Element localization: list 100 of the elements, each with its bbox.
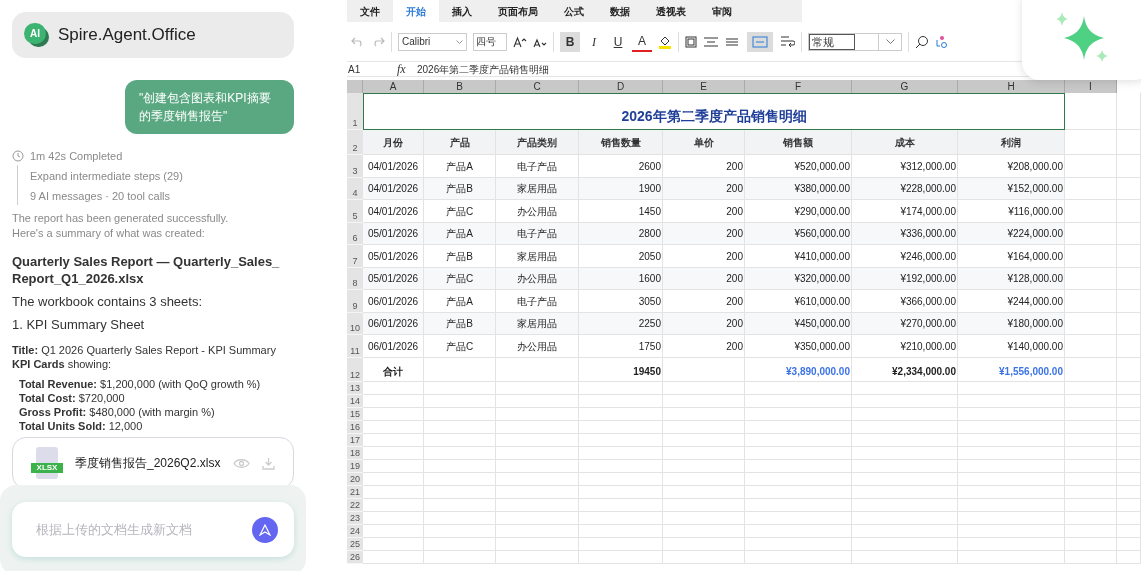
grid-cell[interactable] [363, 446, 424, 460]
grid-cell[interactable] [1065, 381, 1117, 395]
grid-cell[interactable] [424, 446, 496, 460]
grid-cell[interactable] [424, 511, 496, 525]
grid-cell[interactable] [579, 550, 663, 564]
grid-cell[interactable] [852, 524, 958, 538]
row-header[interactable]: 10 [347, 312, 363, 335]
grid-cell[interactable] [496, 459, 579, 473]
row-header[interactable]: 5 [347, 200, 363, 223]
grid-cell[interactable] [579, 394, 663, 408]
grid-cell[interactable] [1065, 394, 1117, 408]
grid-cell[interactable] [424, 498, 496, 512]
grid-cell[interactable] [363, 485, 424, 499]
align-center-icon[interactable] [703, 35, 719, 48]
grid-cell[interactable] [1117, 459, 1141, 473]
grid-cell[interactable] [852, 433, 958, 447]
italic-button[interactable]: I [584, 31, 604, 52]
column-header[interactable]: C [496, 80, 579, 93]
grid-cell[interactable] [1117, 312, 1141, 335]
grid-cell[interactable] [1065, 155, 1117, 178]
eye-icon[interactable] [233, 457, 250, 469]
grid-cell[interactable] [496, 446, 579, 460]
grid-cell[interactable] [745, 524, 852, 538]
ribbon-tab[interactable]: 开始 [393, 0, 439, 22]
grid-cell[interactable] [852, 420, 958, 434]
grid-cell[interactable] [363, 381, 424, 395]
column-header[interactable]: A [363, 80, 424, 93]
row-header[interactable]: 9 [347, 290, 363, 313]
grid-cell[interactable] [1117, 537, 1141, 551]
grid-cell[interactable] [958, 446, 1065, 460]
grid-cell[interactable] [1065, 485, 1117, 499]
grid-cell[interactable] [424, 433, 496, 447]
grid-cell[interactable] [1117, 245, 1141, 268]
grid-cell[interactable] [1117, 200, 1141, 223]
grid-cell[interactable] [745, 550, 852, 564]
grid-cell[interactable] [579, 524, 663, 538]
ribbon-tab[interactable]: 公式 [551, 0, 597, 22]
grid-cell[interactable] [852, 472, 958, 486]
grid-cell[interactable] [1117, 485, 1141, 499]
grid-cell[interactable] [745, 485, 852, 499]
grid-cell[interactable] [363, 433, 424, 447]
grid-cell[interactable] [363, 420, 424, 434]
grid-cell[interactable] [745, 511, 852, 525]
download-icon[interactable] [262, 456, 275, 470]
prompt-input[interactable]: 根据上传的文档生成新文档 [36, 519, 252, 540]
grid-cell[interactable] [745, 472, 852, 486]
grid-cell[interactable] [579, 446, 663, 460]
grid-cell[interactable] [579, 407, 663, 421]
grid-cell[interactable] [852, 485, 958, 499]
grid-cell[interactable] [363, 394, 424, 408]
column-header[interactable]: H [958, 80, 1065, 93]
cell-reference[interactable]: A1 [347, 61, 397, 77]
redo-icon[interactable] [371, 36, 385, 47]
grid-cell[interactable] [1117, 498, 1141, 512]
grid-cell[interactable] [1117, 335, 1141, 358]
grid-cell[interactable] [663, 524, 745, 538]
grid-cell[interactable] [852, 459, 958, 473]
grid-cell[interactable] [958, 433, 1065, 447]
grid-cell[interactable] [1117, 155, 1141, 178]
grid-cell[interactable] [496, 381, 579, 395]
grid-cell[interactable] [363, 498, 424, 512]
grid-cell[interactable] [1065, 420, 1117, 434]
grid-cell[interactable] [424, 524, 496, 538]
grid-cell[interactable] [663, 498, 745, 512]
grid-cell[interactable] [1065, 200, 1117, 223]
ribbon-tab[interactable]: 页面布局 [485, 0, 551, 22]
column-header[interactable]: E [663, 80, 745, 93]
grid-cell[interactable] [958, 550, 1065, 564]
grid-cell[interactable] [852, 537, 958, 551]
grid-cell[interactable] [958, 485, 1065, 499]
grid-cell[interactable] [1065, 433, 1117, 447]
borders-icon[interactable] [685, 35, 697, 48]
row-header[interactable]: 12 [347, 357, 363, 382]
grid-cell[interactable] [496, 524, 579, 538]
grid-cell[interactable] [424, 537, 496, 551]
grid-cell[interactable] [424, 420, 496, 434]
grid-cell[interactable] [663, 485, 745, 499]
row-header[interactable]: 7 [347, 245, 363, 268]
grid-cell[interactable] [958, 511, 1065, 525]
column-header[interactable]: F [745, 80, 852, 93]
grid-cell[interactable] [1065, 446, 1117, 460]
grid-cell[interactable] [745, 420, 852, 434]
column-header[interactable]: G [852, 80, 958, 93]
row-header[interactable]: 1 [347, 93, 363, 130]
grid-cell[interactable] [852, 381, 958, 395]
grid-cell[interactable] [958, 394, 1065, 408]
grid-cell[interactable] [363, 459, 424, 473]
grid-cell[interactable] [745, 446, 852, 460]
font-select[interactable]: Calibri [398, 32, 467, 51]
row-header[interactable]: 8 [347, 267, 363, 290]
grid-cell[interactable] [1117, 433, 1141, 447]
bold-button[interactable]: B [560, 31, 580, 52]
prompt-field[interactable]: 根据上传的文档生成新文档 [12, 502, 294, 557]
send-button[interactable] [252, 516, 278, 543]
row-header[interactable]: 11 [347, 335, 363, 358]
search-icon[interactable] [915, 34, 929, 49]
grid-cell[interactable] [424, 550, 496, 564]
grid-cell[interactable] [496, 537, 579, 551]
font-color-button[interactable]: A [632, 31, 652, 52]
grid-cell[interactable] [1117, 550, 1141, 564]
